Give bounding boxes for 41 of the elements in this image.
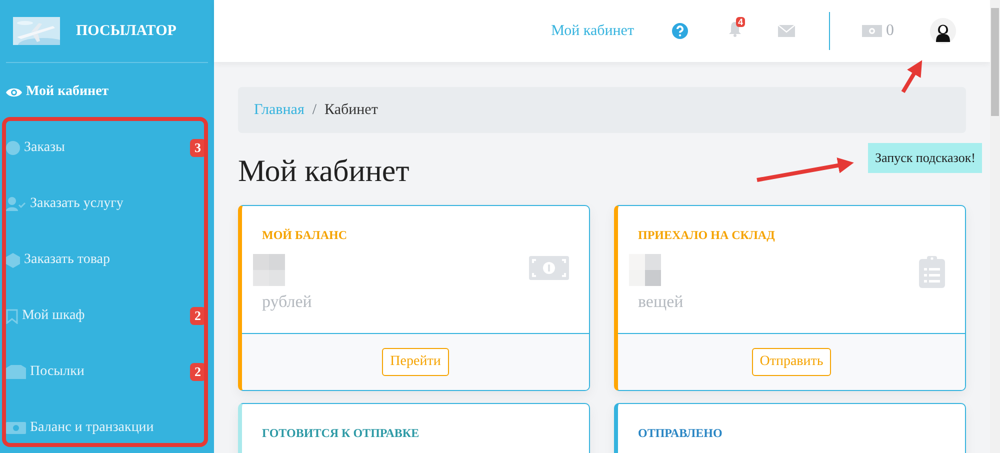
card-title: МОЙ БАЛАНС: [262, 228, 348, 243]
scrollbar[interactable]: [990, 0, 1000, 453]
page-title: Мой кабинет: [238, 153, 410, 189]
envelope-icon[interactable]: [778, 25, 795, 37]
bookmark-icon: [6, 308, 18, 324]
user-check-icon: [6, 197, 26, 211]
card-title: ПРИЕХАЛО НА СКЛАД: [638, 228, 776, 243]
sidebar-item[interactable]: Заказы 3: [6, 120, 208, 176]
money-icon: [6, 422, 26, 434]
brand-name: ПОСЫЛАТОР: [76, 22, 176, 40]
card-unit: рублей: [262, 292, 313, 312]
bell-icon[interactable]: [728, 20, 742, 36]
help-icon[interactable]: [672, 23, 688, 39]
clipboard-list-icon: [919, 256, 945, 288]
hexagon-icon: [6, 252, 20, 268]
pixelated-value: [629, 254, 661, 286]
card-button[interactable]: Отправить: [752, 348, 832, 376]
sidebar-item[interactable]: Мой шкаф 2: [6, 288, 208, 344]
notification-badge: 4: [736, 16, 746, 26]
annotation-arrow: [901, 60, 922, 94]
cabinet-link[interactable]: Мой кабинет: [551, 22, 634, 40]
card-title: ГОТОВИТСЯ К ОТПРАВКЕ: [262, 426, 420, 441]
sidebar-item[interactable]: Мой кабинет: [6, 78, 208, 106]
money-icon: [862, 25, 882, 37]
money-icon: [529, 256, 569, 280]
sidebar-item[interactable]: Заказать услугу: [6, 176, 208, 232]
eye-icon: [6, 86, 22, 98]
card-title: ОТПРАВЛЕНО: [638, 426, 724, 441]
breadcrumb-separator: /: [312, 102, 317, 118]
box-icon: [6, 365, 26, 379]
card-button[interactable]: Перейти: [382, 348, 449, 376]
card-unit: вещей: [638, 292, 684, 312]
hint-tooltip: Запуск подсказок!: [868, 143, 982, 173]
sidebar-item[interactable]: Посылки 2: [6, 344, 208, 400]
sidebar-item[interactable]: Заказать товар: [6, 232, 208, 288]
breadcrumb-link[interactable]: Главная: [254, 102, 304, 118]
balance-amount: 0: [886, 22, 894, 40]
sidebar-item[interactable]: Баланс и транзакции: [6, 400, 208, 453]
circle-icon: [6, 141, 20, 155]
breadcrumb-current: Кабинет: [324, 102, 378, 118]
pixelated-value: [253, 254, 285, 286]
